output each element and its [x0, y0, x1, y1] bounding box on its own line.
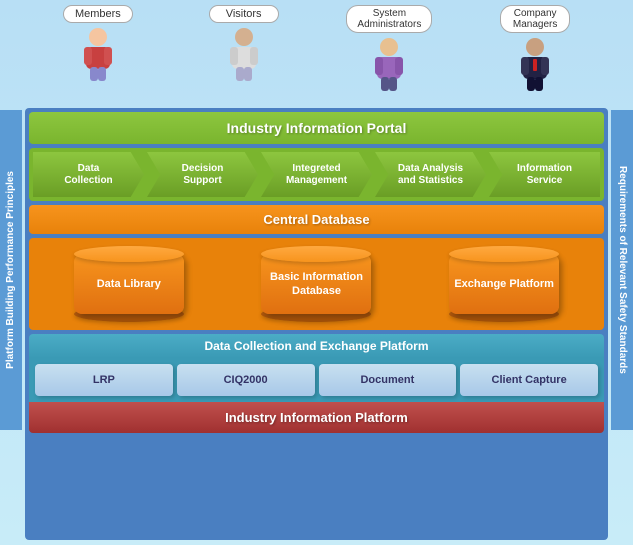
user-company-managers: CompanyManagers [480, 5, 590, 92]
company-managers-icon [513, 37, 557, 93]
visitors-label: Visitors [209, 5, 279, 23]
side-label-left: Platform Building Performance Principles [0, 110, 22, 430]
system-administrators-figure [367, 37, 411, 92]
cylinder-basic-info-db-body: Basic InformationDatabase [261, 254, 371, 314]
diagram-container: Members Visitors [0, 0, 633, 545]
visitors-icon [222, 27, 266, 83]
cylinder-basic-info-db: Basic InformationDatabase [251, 246, 381, 322]
bottom-boxes-row: LRP CIQ2000 Document Client Capture [29, 358, 604, 402]
user-visitors: Visitors [189, 5, 299, 82]
company-managers-figure [513, 37, 557, 92]
industry-platform-bar: Industry Information Platform [29, 402, 604, 433]
visitors-figure [222, 27, 266, 82]
cylinder-data-library-top [74, 246, 184, 262]
cylinder-data-library: Data Library [64, 246, 194, 322]
bottom-box-client-capture: Client Capture [460, 364, 598, 396]
arrow-box-decision-support: DecisionSupport [147, 152, 258, 197]
bottom-box-document: Document [319, 364, 457, 396]
system-administrators-label: SystemAdministrators [346, 5, 432, 33]
arrow-box-data-analysis: Data Analysisand Statistics [375, 152, 486, 197]
system-administrators-icon [367, 37, 411, 93]
users-row: Members Visitors [25, 0, 608, 105]
cylinder-exchange-platform-top [449, 246, 559, 262]
arrow-boxes-row: DataCollection DecisionSupport Integrete… [29, 148, 604, 201]
members-figure [76, 27, 120, 82]
side-label-right: Requirements of Relevant Safety Standard… [611, 110, 633, 430]
company-managers-label: CompanyManagers [500, 5, 570, 33]
cylinder-data-library-body: Data Library [74, 254, 184, 314]
cylinder-exchange-platform: Exchange Platform [439, 246, 569, 322]
members-label: Members [63, 5, 133, 23]
user-members: Members [43, 5, 153, 82]
platform-area: Industry Information Portal DataCollecti… [25, 108, 608, 540]
cylinder-basic-info-db-top [261, 246, 371, 262]
portal-bar: Industry Information Portal [29, 112, 604, 144]
cylinders-row: Data Library Basic InformationDatabase E… [29, 238, 604, 330]
central-db-bar: Central Database [29, 205, 604, 234]
members-icon [76, 27, 120, 83]
arrow-box-data-collection: DataCollection [33, 152, 144, 197]
arrow-box-information-service: InformationService [489, 152, 600, 197]
exchange-platform-bar: Data Collection and Exchange Platform [29, 334, 604, 358]
bottom-box-ciq2000: CIQ2000 [177, 364, 315, 396]
bottom-box-lrp: LRP [35, 364, 173, 396]
cylinder-exchange-platform-body: Exchange Platform [449, 254, 559, 314]
user-system-administrators: SystemAdministrators [334, 5, 444, 92]
arrow-box-integrated-management: IntegretedManagement [261, 152, 372, 197]
